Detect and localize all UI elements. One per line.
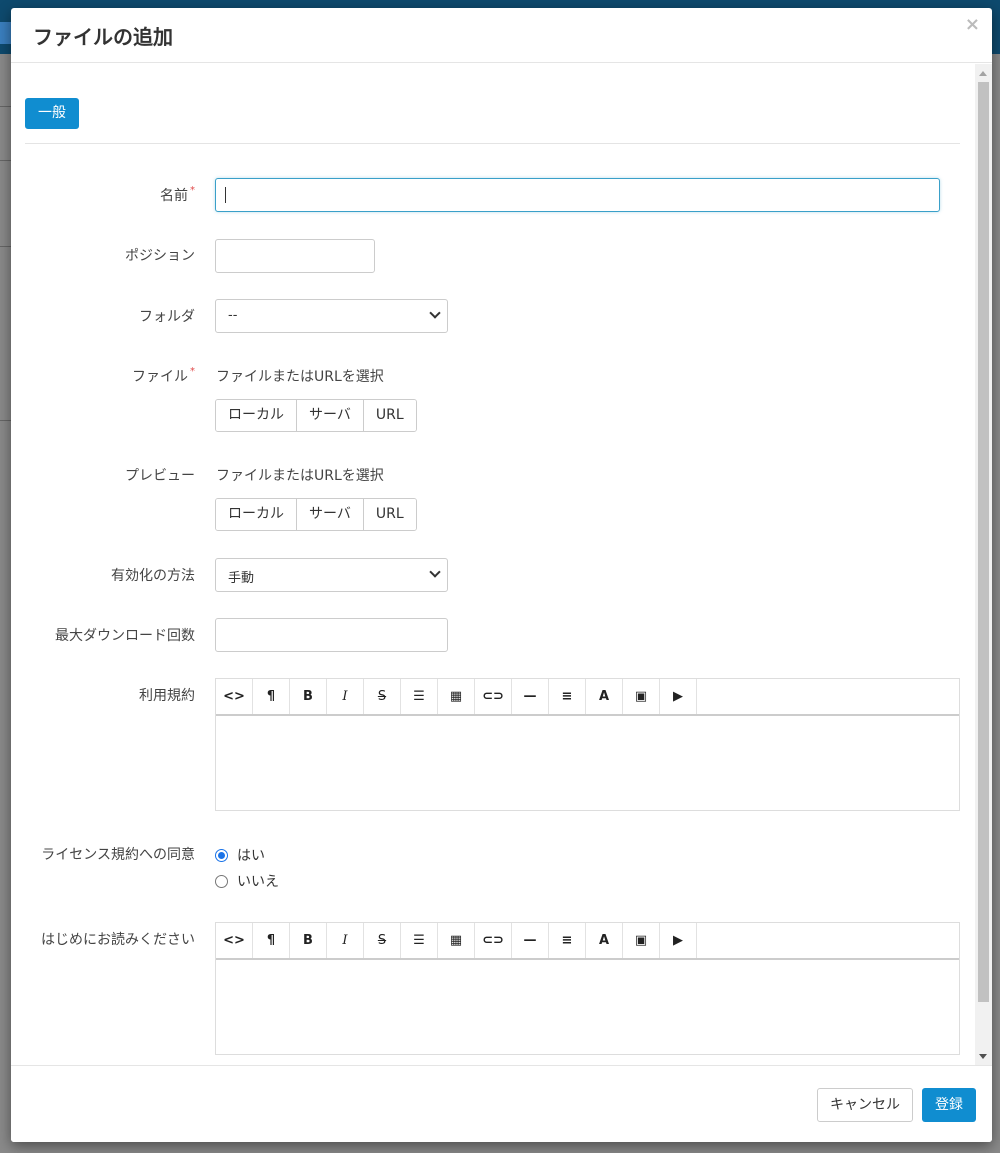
preview-server-button[interactable]: サーバ <box>297 499 364 530</box>
tab-general[interactable]: 一般 <box>25 98 79 129</box>
name-input[interactable] <box>215 178 940 212</box>
add-file-modal: ファイルの追加 × 一般 名前 * ポジション フォルダ -- ファイル * ファイ… <box>11 8 992 1142</box>
terms-editor-content[interactable] <box>216 716 959 810</box>
license-agreement-label: ライセンス規約への同意 <box>41 847 195 863</box>
terms-editor-toolbar: <> ¶ B I S ☰ ▦ ⊂⊃ — ≡ A ▣ ▶ <box>216 679 959 716</box>
license-yes-option[interactable]: はい <box>215 845 265 865</box>
link-icon[interactable]: ⊂⊃ <box>475 923 512 958</box>
radio-checked[interactable] <box>215 848 228 862</box>
preview-source-group: ローカル サーバ URL <box>215 498 417 531</box>
italic-icon[interactable]: I <box>327 679 364 714</box>
folder-select-value: -- <box>228 308 238 323</box>
tab-divider <box>25 143 960 144</box>
readme-editor-content[interactable] <box>216 960 959 1054</box>
readme-label: はじめにお読みください <box>41 932 195 948</box>
max-downloads-input[interactable] <box>215 618 448 652</box>
video-icon[interactable]: ▶ <box>660 679 697 714</box>
close-icon[interactable]: × <box>965 14 980 35</box>
file-server-button[interactable]: サーバ <box>297 400 364 431</box>
license-no-option[interactable]: いいえ <box>215 871 279 891</box>
strikethrough-icon[interactable]: S <box>364 923 401 958</box>
modal-scrollbar[interactable] <box>975 64 992 1065</box>
image-icon[interactable]: ▣ <box>623 679 660 714</box>
scroll-thumb[interactable] <box>978 82 989 1002</box>
position-input[interactable] <box>215 239 375 273</box>
submit-button[interactable]: 登録 <box>922 1088 976 1122</box>
scroll-down-icon[interactable] <box>979 1054 987 1059</box>
radio-unchecked[interactable] <box>215 874 228 888</box>
code-view-icon[interactable]: <> <box>216 923 253 958</box>
text-caret <box>225 187 226 203</box>
required-mark: * <box>190 366 195 377</box>
name-label: 名前 * <box>160 185 195 204</box>
required-mark: * <box>190 185 195 196</box>
chevron-down-icon <box>429 307 441 319</box>
paragraph-icon[interactable]: ¶ <box>253 923 290 958</box>
file-label: ファイル * <box>132 366 195 385</box>
file-local-button[interactable]: ローカル <box>216 400 297 431</box>
modal-footer: キャンセル 登録 <box>11 1065 992 1142</box>
readme-editor-toolbar: <> ¶ B I S ☰ ▦ ⊂⊃ — ≡ A ▣ ▶ <box>216 923 959 960</box>
scroll-up-icon[interactable] <box>979 71 987 76</box>
modal-header: ファイルの追加 × <box>11 8 992 63</box>
bulleted-list-icon[interactable]: ☰ <box>401 679 438 714</box>
max-downloads-label: 最大ダウンロード回数 <box>55 628 195 644</box>
activation-select[interactable]: 手動 <box>215 558 448 592</box>
license-yes-label: はい <box>237 848 265 864</box>
bold-icon[interactable]: B <box>290 923 327 958</box>
preview-label: プレビュー <box>125 468 195 484</box>
activation-label: 有効化の方法 <box>111 568 195 584</box>
modal-body: 一般 名前 * ポジション フォルダ -- ファイル * ファイルまたはURLを選択… <box>11 64 992 1065</box>
font-color-icon[interactable]: A <box>586 923 623 958</box>
terms-label: 利用規約 <box>139 688 195 704</box>
preview-hint: ファイルまたはURLを選択 <box>216 468 384 484</box>
license-no-label: いいえ <box>237 874 279 890</box>
horizontal-rule-icon[interactable]: — <box>512 923 549 958</box>
table-icon[interactable]: ▦ <box>438 679 475 714</box>
horizontal-rule-icon[interactable]: — <box>512 679 549 714</box>
modal-title: ファイルの追加 <box>33 25 173 49</box>
position-label: ポジション <box>125 248 195 264</box>
readme-editor: <> ¶ B I S ☰ ▦ ⊂⊃ — ≡ A ▣ ▶ <box>215 922 960 1055</box>
video-icon[interactable]: ▶ <box>660 923 697 958</box>
file-hint: ファイルまたはURLを選択 <box>216 369 384 385</box>
file-source-group: ローカル サーバ URL <box>215 399 417 432</box>
align-icon[interactable]: ≡ <box>549 679 586 714</box>
preview-url-button[interactable]: URL <box>363 499 416 530</box>
terms-editor: <> ¶ B I S ☰ ▦ ⊂⊃ — ≡ A ▣ ▶ <box>215 678 960 811</box>
file-url-button[interactable]: URL <box>363 400 416 431</box>
chevron-down-icon <box>429 566 441 578</box>
code-view-icon[interactable]: <> <box>216 679 253 714</box>
align-icon[interactable]: ≡ <box>549 923 586 958</box>
table-icon[interactable]: ▦ <box>438 923 475 958</box>
font-color-icon[interactable]: A <box>586 679 623 714</box>
strikethrough-icon[interactable]: S <box>364 679 401 714</box>
cancel-button[interactable]: キャンセル <box>817 1088 913 1122</box>
folder-label: フォルダ <box>139 309 195 325</box>
image-icon[interactable]: ▣ <box>623 923 660 958</box>
link-icon[interactable]: ⊂⊃ <box>475 679 512 714</box>
paragraph-icon[interactable]: ¶ <box>253 679 290 714</box>
bulleted-list-icon[interactable]: ☰ <box>401 923 438 958</box>
bold-icon[interactable]: B <box>290 679 327 714</box>
preview-local-button[interactable]: ローカル <box>216 499 297 530</box>
italic-icon[interactable]: I <box>327 923 364 958</box>
folder-select[interactable]: -- <box>215 299 448 333</box>
activation-select-value: 手動 <box>228 571 255 586</box>
